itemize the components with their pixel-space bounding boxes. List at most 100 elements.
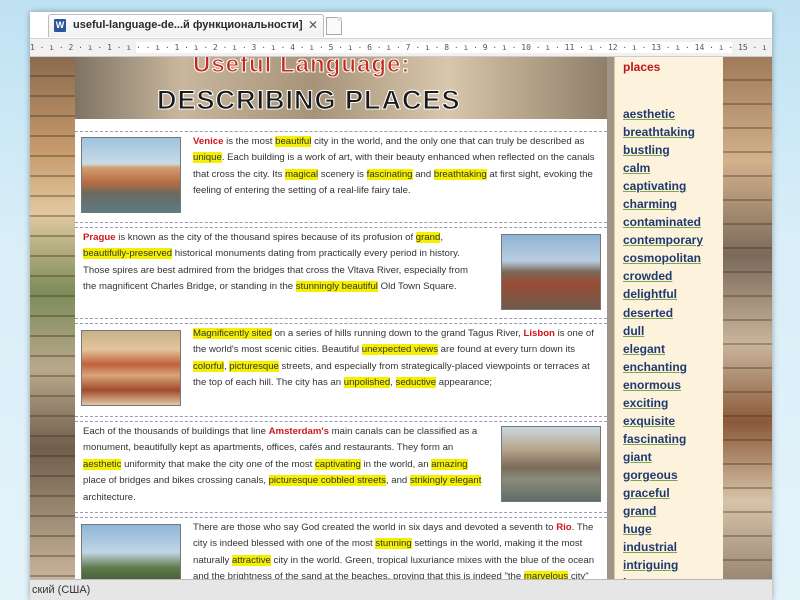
vocabulary-word: intriguing bbox=[623, 558, 679, 573]
tab-bar: W useful-language-de...й функциональност… bbox=[30, 12, 772, 39]
paragraph-text: , bbox=[390, 377, 396, 389]
highlighted-phrase: colorful bbox=[193, 360, 224, 372]
horizontal-ruler[interactable]: 1 · ı · 2 · ı · 1 · ı · · ı · 1 · ı · 2 … bbox=[30, 39, 772, 57]
highlighted-phrase: marvelous bbox=[523, 571, 569, 579]
highlighted-phrase: strikingly elegant bbox=[409, 475, 482, 487]
vocabulary-word: enormous bbox=[623, 377, 682, 392]
vocabulary-word: aesthetic bbox=[623, 107, 676, 121]
ruler-numbers: 1 · ı · 2 · ı · 1 · ı · · ı · 1 · ı · 2 … bbox=[30, 43, 772, 52]
lisbon-photo bbox=[81, 330, 181, 406]
prague-photo bbox=[501, 234, 601, 310]
vocabulary-word: fascinating bbox=[623, 431, 687, 446]
highlighted-phrase: unpolished bbox=[343, 377, 391, 389]
vocabulary-word: contaminated bbox=[623, 215, 702, 230]
vocabulary-word: dull bbox=[623, 323, 645, 338]
paragraph-text: is the most bbox=[223, 136, 276, 147]
rio-photo bbox=[81, 524, 181, 579]
lisbon-block: Magnificently sited on a series of hills… bbox=[75, 323, 607, 417]
vocabulary-word: graceful bbox=[623, 485, 670, 500]
paragraph-text: scenery is bbox=[318, 168, 367, 180]
vocabulary-list: aesthetic breathtaking bustling calm captiva… bbox=[623, 105, 703, 579]
highlighted-phrase: beautiful bbox=[275, 136, 312, 147]
vocabulary-word: bustling bbox=[623, 143, 670, 158]
vocabulary-word: industrial bbox=[623, 540, 678, 555]
banner-line-2: DESCRIBING PLACES bbox=[157, 85, 461, 116]
vocabulary-title: places bbox=[623, 60, 661, 74]
amsterdam-paragraph: Each of the thousands of buildings that … bbox=[83, 424, 483, 506]
vocabulary-word: captivating bbox=[623, 179, 687, 194]
vocabulary-word: exquisite bbox=[623, 413, 676, 428]
paragraph-text: in the world, an bbox=[360, 458, 432, 470]
paragraph-text: city in the world, and the only one that… bbox=[311, 136, 585, 147]
paragraph-text: Old Town Square. bbox=[377, 281, 457, 293]
title-banner: Useful Language: DESCRIBING PLACES bbox=[75, 57, 607, 119]
highlighted-phrase: attractive bbox=[231, 554, 271, 566]
paragraph-text: There are those who say God created the … bbox=[193, 522, 557, 533]
rio-block: There are those who say God created the … bbox=[75, 517, 607, 579]
document-page[interactable]: Venice is the most beautiful city in the… bbox=[75, 119, 607, 579]
paragraph-text: on a series of hills running down to the… bbox=[271, 328, 524, 339]
highlighted-phrase: stunning bbox=[375, 538, 412, 550]
amsterdam-block: Each of the thousands of buildings that … bbox=[75, 421, 607, 513]
vocabulary-word: cosmopolitan bbox=[623, 251, 702, 266]
highlighted-phrase: beautifully-preserved bbox=[83, 248, 173, 260]
city-name: Prague bbox=[83, 232, 116, 243]
vocabulary-word: exciting bbox=[623, 395, 669, 410]
prague-block: Prague is known as the city of the thous… bbox=[75, 227, 607, 319]
document-tab[interactable]: W useful-language-de...й функциональност… bbox=[48, 14, 324, 37]
banner-line-1: Useful Language: bbox=[192, 57, 411, 79]
highlighted-phrase: stunningly beautiful bbox=[295, 281, 378, 293]
lisbon-paragraph: Magnificently sited on a series of hills… bbox=[193, 326, 597, 392]
highlighted-phrase: amazing bbox=[431, 458, 468, 470]
vocabulary-word: huge bbox=[623, 522, 652, 537]
vocabulary-word: calm bbox=[623, 161, 651, 176]
paragraph-text: , and bbox=[385, 475, 410, 487]
amsterdam-photo bbox=[501, 426, 601, 502]
city-name: Amsterdam's bbox=[268, 426, 330, 437]
venice-block: Venice is the most beautiful city in the… bbox=[75, 131, 607, 223]
paragraph-text: uniformity that make the city one of the… bbox=[121, 458, 315, 470]
word-doc-icon: W bbox=[54, 19, 66, 32]
rio-paragraph: There are those who say God created the … bbox=[193, 520, 597, 579]
paragraph-text: is known as the city of the thousand spi… bbox=[115, 232, 416, 243]
venice-paragraph: Venice is the most beautiful city in the… bbox=[193, 134, 597, 200]
highlighted-phrase: seductive bbox=[395, 377, 437, 389]
vocabulary-word: charming bbox=[623, 197, 678, 212]
highlighted-phrase: unique bbox=[193, 152, 222, 164]
highlighted-phrase: picturesque cobbled streets bbox=[268, 475, 386, 487]
vocabulary-word: delightful bbox=[623, 287, 677, 302]
document-canvas[interactable]: Useful Language: DESCRIBING PLACES Venic… bbox=[30, 57, 772, 579]
vocabulary-word: gorgeous bbox=[623, 467, 678, 482]
status-bar: ский (США) bbox=[30, 579, 772, 600]
close-tab-icon[interactable]: ✕ bbox=[308, 18, 318, 32]
city-name: Lisbon bbox=[523, 328, 555, 339]
city-name: Venice bbox=[193, 136, 224, 147]
right-city-collage bbox=[722, 57, 772, 579]
left-city-collage bbox=[30, 57, 75, 579]
highlighted-phrase: picturesque bbox=[229, 360, 279, 372]
highlighted-phrase: magical bbox=[285, 168, 319, 180]
paragraph-text: architecture. bbox=[83, 491, 136, 503]
prague-paragraph: Prague is known as the city of the thous… bbox=[83, 230, 483, 296]
vocabulary-word: deserted bbox=[623, 305, 674, 320]
language-indicator[interactable]: ский (США) bbox=[32, 584, 90, 596]
highlighted-phrase: grand bbox=[415, 232, 441, 243]
paragraph-text: place of bridges and bikes crossing cana… bbox=[83, 475, 269, 487]
highlighted-phrase: aesthetic bbox=[83, 458, 122, 470]
paragraph-text: and bbox=[412, 168, 434, 180]
highlighted-phrase: Magnificently sited bbox=[193, 328, 272, 339]
paragraph-text: appearance; bbox=[436, 377, 493, 389]
highlighted-phrase: unexpected views bbox=[361, 344, 438, 356]
new-tab-icon[interactable] bbox=[326, 17, 342, 35]
paragraph-text: are found at every turn down its bbox=[438, 344, 576, 356]
vocabulary-word: enchanting bbox=[623, 359, 688, 374]
vocabulary-word: giant bbox=[623, 449, 652, 464]
vocabulary-word: crowded bbox=[623, 269, 673, 284]
vocabulary-word: elegant bbox=[623, 341, 666, 356]
vocabulary-word: breathtaking bbox=[623, 125, 696, 140]
highlighted-phrase: fascinating bbox=[366, 168, 413, 180]
vocabulary-panel: places aesthetic breathtaking bustling calm… bbox=[614, 57, 723, 579]
vocabulary-word: contemporary bbox=[623, 233, 704, 248]
highlighted-phrase: captivating bbox=[314, 458, 361, 470]
city-name: Rio bbox=[556, 522, 572, 533]
